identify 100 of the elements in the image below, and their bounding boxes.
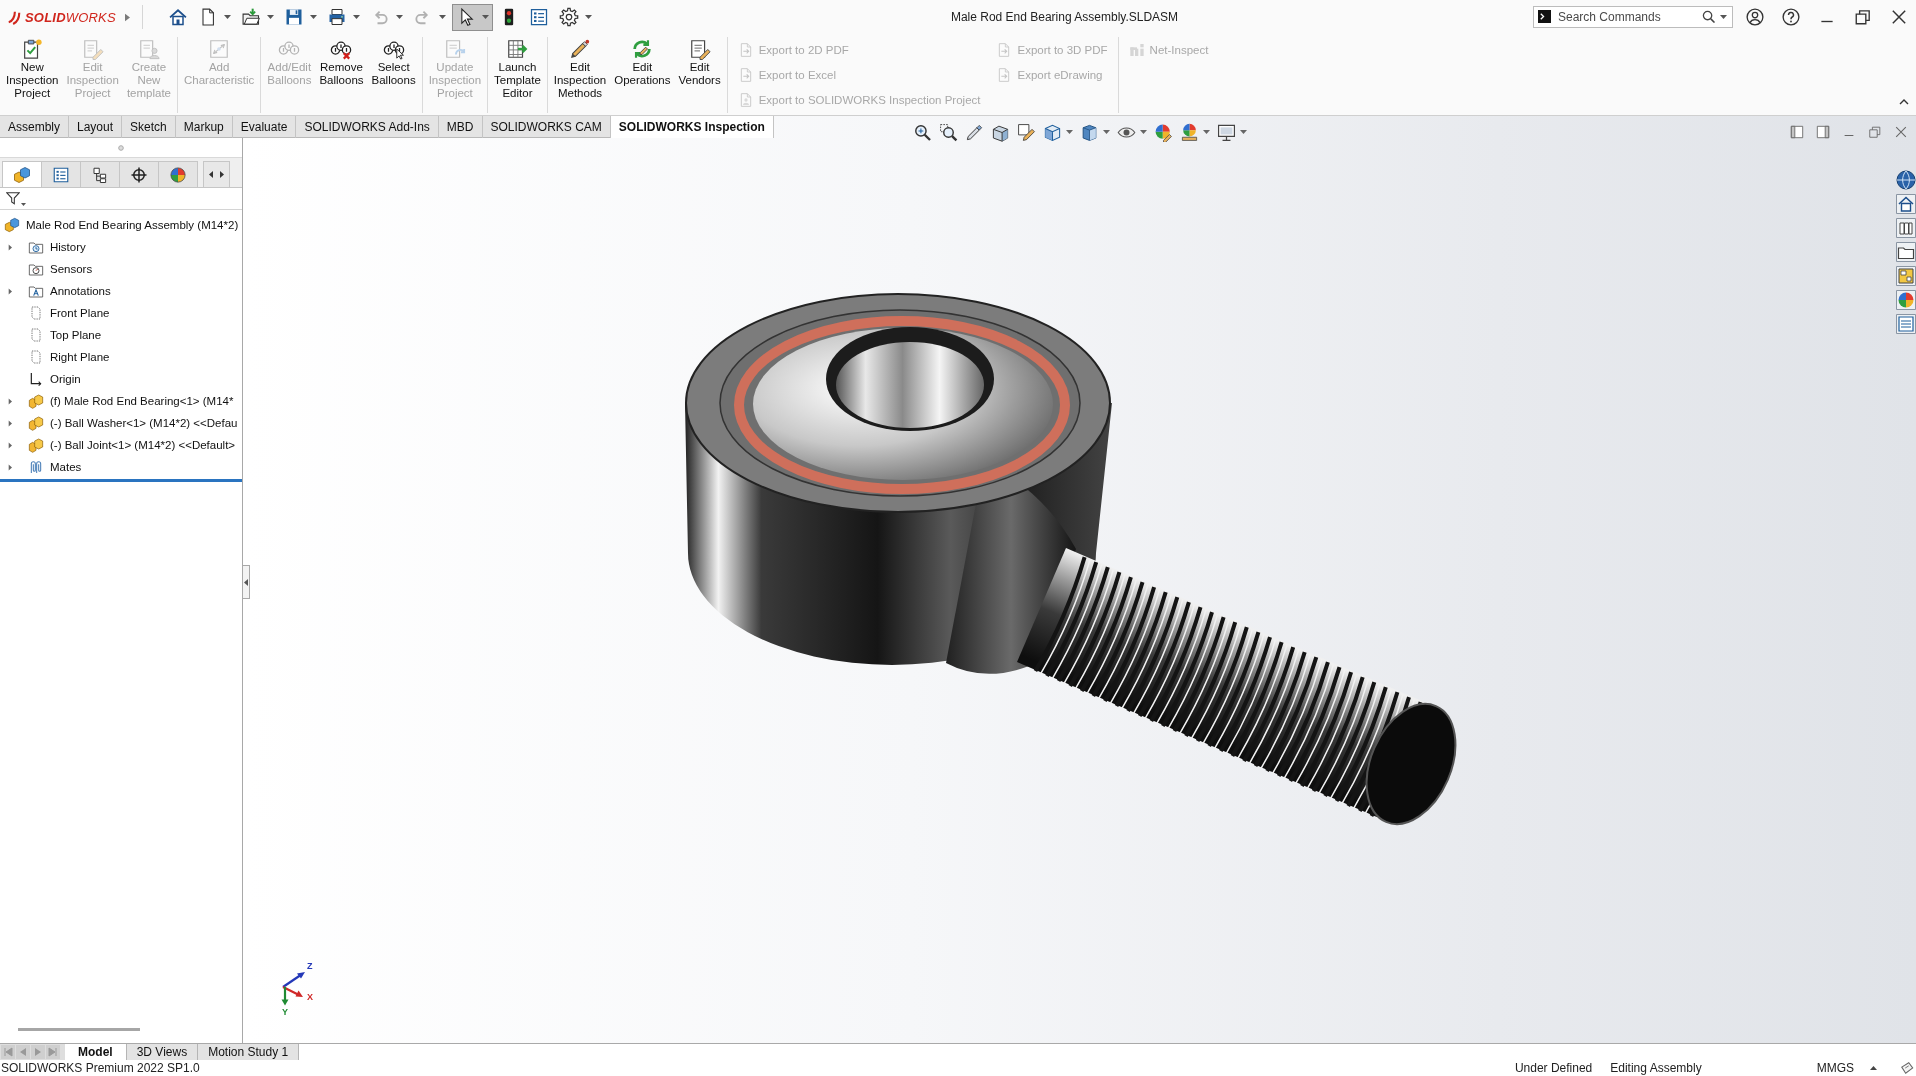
caret-icon[interactable] [1065,130,1073,134]
caret-icon[interactable] [353,15,360,19]
splitter-grip-icon[interactable] [118,144,124,151]
command-tab[interactable]: Layout [69,116,123,138]
tree-item-label[interactable]: Origin [50,373,81,385]
product-version-text: SOLIDWORKS Premium 2022 SP1.0 [1,1061,200,1075]
expand-arrow-icon[interactable] [8,440,14,450]
color-sphere-stand-icon[interactable] [1179,122,1199,142]
tree-item-label[interactable]: Mates [50,461,82,473]
caret-icon[interactable] [482,15,489,19]
property-list-icon [52,165,70,184]
command-tab[interactable]: Sketch [122,116,176,138]
command-tab[interactable]: MBD [438,116,483,138]
tree-item-label[interactable]: (-) Ball Washer<1> (M14*2) <<Defau [50,417,238,429]
tree-item-label[interactable]: Annotations [50,285,111,297]
caret-icon[interactable] [585,15,592,19]
ribbon-button[interactable]: Edit Vendors [674,37,725,87]
pencil-arrow-icon[interactable] [964,122,984,142]
circular-arrows-pencil-icon [631,38,654,60]
house-icon [168,7,188,27]
ribbon-button[interactable]: New Inspection Project [2,37,63,100]
tree-item-label[interactable]: Sensors [50,263,93,275]
ribbon-button[interactable]: Edit Operations [610,37,675,87]
ribbon-button[interactable]: Edit Inspection Methods [549,37,611,100]
magnifier-frame-icon[interactable] [938,122,958,142]
command-tab[interactable]: Assembly [0,116,69,138]
right-arrow-icon[interactable] [220,171,224,178]
assembly-icon [4,217,20,233]
globe-icon[interactable] [1896,170,1916,190]
pencil-probe-icon [569,38,591,60]
expand-arrow-icon[interactable] [8,462,14,472]
ribbon-button[interactable]: Launch Template Editor [490,37,545,100]
model-tab[interactable]: Motion Study 1 [198,1044,300,1060]
model-tab[interactable]: 3D Views [126,1044,199,1060]
expand-arrow-icon[interactable] [8,418,14,428]
caret-icon[interactable] [1139,130,1147,134]
command-tab[interactable]: SOLIDWORKS Inspection [610,116,774,138]
tree-item-label[interactable]: Front Plane [50,307,110,319]
cylinders-icon[interactable] [1896,218,1916,238]
up-caret-icon[interactable] [1870,1066,1877,1070]
page-person-icon [137,38,160,60]
close-icon[interactable] [1890,8,1908,26]
panel-collapse-handle[interactable] [242,565,250,599]
funnel-icon [6,191,20,206]
command-tab[interactable]: SOLIDWORKS CAM [482,116,611,138]
person-circle-icon[interactable] [1746,8,1764,26]
tree-item-label[interactable]: History [50,241,86,253]
tile-left-icon[interactable] [1790,125,1804,139]
command-tab[interactable]: SOLIDWORKS Add-Ins [296,116,439,138]
horizontal-scrollbar[interactable] [18,1028,140,1031]
ribbon-button[interactable]: Remove Balloons [315,37,368,87]
select-button[interactable] [452,3,493,31]
tree-item-label[interactable]: (-) Ball Joint<1> (M14*2) <<Default> [50,439,236,451]
search-icon[interactable] [1702,10,1715,23]
tree-item-label[interactable]: (f) Male Rod End Bearing<1> (M14* [50,395,234,407]
layout-tiles-icon[interactable] [1896,266,1916,286]
command-tab[interactable]: Markup [175,116,233,138]
left-arrow-icon[interactable] [209,171,213,178]
flyout-arrow-icon[interactable] [125,12,130,22]
manager-tab[interactable] [119,161,159,187]
unit-system-text[interactable]: MMGS [1816,1061,1854,1075]
logo-icon [1128,41,1145,58]
restore-icon[interactable] [1854,8,1872,26]
gear-icon [559,7,579,27]
caret-icon[interactable] [310,15,317,19]
manager-tab[interactable] [2,161,42,187]
tree-item-label[interactable]: Top Plane [50,329,102,341]
color-sphere-pencil-icon[interactable] [1153,122,1173,142]
caret-icon[interactable] [224,15,231,19]
expand-arrow-icon[interactable] [8,242,14,252]
expand-arrow-icon[interactable] [8,396,14,406]
search-field[interactable]: Search Commands [1533,6,1733,28]
property-list-icon[interactable] [1896,314,1916,334]
caret-icon[interactable] [267,15,274,19]
command-tab[interactable]: Evaluate [232,116,297,138]
house-icon[interactable] [1896,194,1916,214]
terminal-icon [1538,10,1551,23]
help-icon[interactable] [1782,8,1800,26]
expand-arrow-icon[interactable] [8,286,14,296]
monitor-icon[interactable] [1216,122,1236,142]
cube-icon[interactable] [1042,122,1062,142]
ribbon-button[interactable]: Select Balloons [367,37,420,87]
tree-item-label[interactable]: Male Rod End Bearing Assembly (M14*2) [26,219,239,231]
manager-tab[interactable] [80,161,120,187]
folder-icon[interactable] [1896,242,1916,262]
tilted-tag-icon[interactable] [1900,1061,1914,1075]
caret-icon[interactable] [1239,130,1247,134]
plane-icon [28,305,44,321]
clipboard-check-icon [21,38,44,60]
grid-page-arrow-icon [506,38,529,60]
configuration-tree-icon [91,165,109,184]
collapse-caret-icon[interactable] [1899,99,1909,105]
caret-icon[interactable] [1202,130,1210,134]
filter-button[interactable] [6,191,26,206]
tree-item-label[interactable]: Right Plane [50,351,110,363]
tile-right-icon[interactable] [1816,125,1830,139]
caret-icon[interactable] [1720,15,1727,19]
caret-icon[interactable] [1102,130,1110,134]
magnifier-icon[interactable] [912,122,932,142]
pencil-frame-icon[interactable] [1016,122,1036,142]
